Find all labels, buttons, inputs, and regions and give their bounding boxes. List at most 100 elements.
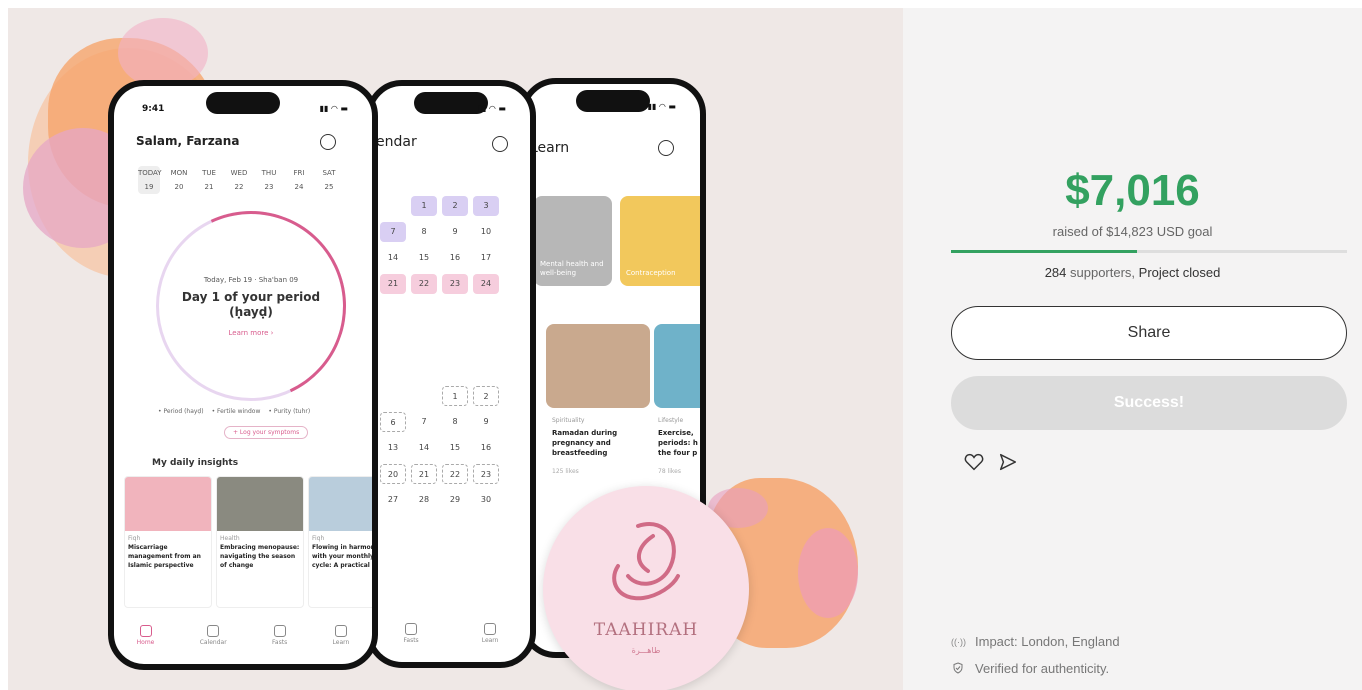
- funding-progress-bar: [951, 250, 1347, 253]
- cal-day[interactable]: 8: [442, 412, 468, 432]
- cal-day[interactable]: [380, 386, 406, 406]
- insight-card[interactable]: Health Embracing menopause: navigating t…: [216, 476, 304, 608]
- cal-day[interactable]: 7: [411, 412, 437, 432]
- card-likes: 125 likes: [552, 468, 579, 475]
- cal-day[interactable]: 14: [411, 438, 437, 458]
- learn-more-link[interactable]: Learn more ›: [159, 329, 343, 337]
- cal-day[interactable]: 7: [380, 222, 406, 242]
- send-icon[interactable]: [997, 451, 1019, 473]
- tab-learn[interactable]: Learn: [332, 625, 350, 646]
- cal-day[interactable]: 1: [411, 196, 437, 216]
- tab-label: Home: [136, 639, 155, 646]
- page: ▮▮ ◠ ▬ Learn Mental health and well-bein…: [0, 0, 1362, 690]
- cal-day[interactable]: 23: [473, 464, 499, 484]
- cycle-dial: Today, Feb 19 · Sha'ban 09 Day 1 of your…: [129, 184, 372, 428]
- share-button[interactable]: Share: [951, 306, 1347, 360]
- shield-check-icon: [951, 661, 965, 676]
- cal-day[interactable]: 10: [473, 222, 499, 242]
- profile-icon[interactable]: [320, 134, 336, 150]
- week-day[interactable]: MON 20: [168, 166, 190, 194]
- cal-day[interactable]: 3: [473, 196, 499, 216]
- project-status: Project closed: [1138, 265, 1221, 280]
- cal-day[interactable]: 27: [380, 490, 406, 510]
- goal-text: raised of $14,823 USD goal: [1052, 224, 1213, 239]
- week-day[interactable]: TODAY 19: [138, 166, 162, 194]
- cal-day[interactable]: [411, 386, 437, 406]
- tab-calendar[interactable]: Calendar: [200, 625, 227, 646]
- cal-day[interactable]: 17: [473, 248, 499, 268]
- signal-icons: ▮▮ ◠ ▬: [319, 104, 348, 113]
- cal-day[interactable]: 29: [442, 490, 468, 510]
- cal-day[interactable]: 22: [442, 464, 468, 484]
- greeting: Salam, Farzana: [136, 134, 240, 148]
- tab-home[interactable]: Home: [136, 625, 155, 646]
- week-day[interactable]: SAT 25: [318, 166, 340, 194]
- cal-day[interactable]: 1: [442, 386, 468, 406]
- cal-day[interactable]: 16: [442, 248, 468, 268]
- supporters-count: 284: [1044, 265, 1067, 280]
- cal-day[interactable]: 8: [411, 222, 437, 242]
- card-category: Spirituality: [552, 417, 585, 424]
- card-category: Lifestyle: [658, 417, 684, 424]
- tab-bar: Fasts Learn: [372, 623, 530, 644]
- cal-day[interactable]: 22: [411, 274, 437, 294]
- cal-day[interactable]: 21: [411, 464, 437, 484]
- cal-day[interactable]: 28: [411, 490, 437, 510]
- impact-line: ((·)) Impact: London, England: [951, 634, 1120, 649]
- card-title: Miscarriage management from an Islamic p…: [128, 544, 201, 569]
- cal-day[interactable]: 15: [442, 438, 468, 458]
- tab-label: Learn: [332, 639, 350, 646]
- cal-day[interactable]: 13: [380, 438, 406, 458]
- card-category: Fiqh: [128, 535, 141, 542]
- cal-day[interactable]: 21: [380, 274, 406, 294]
- learn-card-mental-health: Mental health and well-being: [534, 196, 612, 286]
- insight-card[interactable]: Fiqh Miscarriage management from an Isla…: [124, 476, 212, 608]
- log-symptoms-button[interactable]: + Log your symptoms: [224, 426, 309, 439]
- card-likes: 78 likes: [658, 468, 681, 475]
- heart-icon[interactable]: [963, 451, 985, 473]
- learn-card-label: Contraception: [626, 269, 676, 277]
- logo-arabic-text: طاهـــرة: [631, 646, 661, 655]
- cal-day[interactable]: 16: [473, 438, 499, 458]
- arabic-calligraphy-logo: [612, 522, 680, 601]
- cal-day[interactable]: 24: [473, 274, 499, 294]
- week-day[interactable]: FRI 24: [288, 166, 310, 194]
- tab-fasts[interactable]: Fasts: [272, 625, 287, 646]
- week-day[interactable]: THU 23: [258, 166, 280, 194]
- cal-day[interactable]: [380, 196, 406, 216]
- card-title: Embracing menopause: navigating the seas…: [220, 544, 300, 569]
- cal-day[interactable]: 30: [473, 490, 499, 510]
- cal-day[interactable]: 14: [380, 248, 406, 268]
- legend-item: • Fertile window: [211, 408, 261, 415]
- tab-fasts[interactable]: Fasts: [404, 623, 419, 644]
- signal-icons: ▮▮ ◠ ▬: [477, 104, 506, 113]
- insight-card[interactable]: Fiqh Flowing in harmony with your monthl…: [308, 476, 378, 608]
- success-button[interactable]: Success!: [951, 376, 1347, 430]
- insights-title: My daily insights: [152, 458, 239, 468]
- fasts-icon: [273, 625, 286, 637]
- decor-blob: [798, 528, 858, 618]
- tab-label: Calendar: [199, 639, 227, 646]
- cal-day[interactable]: 2: [473, 386, 499, 406]
- broadcast-icon: ((·)): [951, 636, 966, 647]
- legend-item: • Period (hayḍ): [158, 408, 204, 415]
- learn-card-photo: [654, 324, 700, 408]
- dial-legend: • Period (hayḍ) • Fertile window • Purit…: [158, 408, 310, 415]
- cal-day[interactable]: 15: [411, 248, 437, 268]
- cal-day[interactable]: 20: [380, 464, 406, 484]
- phone-notch: [206, 92, 280, 114]
- card-title: Flowing in harmony with your monthly cyc…: [312, 544, 378, 569]
- cal-day[interactable]: 9: [442, 222, 468, 242]
- phone-calendar: ▮▮ ◠ ▬ endar 123 7 8 9 10 14 15 16 17 21 22 23 24…: [366, 80, 536, 668]
- cal-day[interactable]: 6: [380, 412, 406, 432]
- tab-learn[interactable]: Learn: [482, 623, 498, 644]
- week-day[interactable]: TUE 21: [198, 166, 220, 194]
- supporters-line: 284 supporters, Project closed: [903, 265, 1362, 280]
- cal-day[interactable]: 9: [473, 412, 499, 432]
- cal-day[interactable]: 2: [442, 196, 468, 216]
- decor-blob: [118, 18, 208, 88]
- tab-label: Fasts: [403, 637, 419, 644]
- week-day[interactable]: WED 22: [228, 166, 250, 194]
- cal-day[interactable]: 23: [442, 274, 468, 294]
- amount-raised: $7,016: [1065, 166, 1200, 215]
